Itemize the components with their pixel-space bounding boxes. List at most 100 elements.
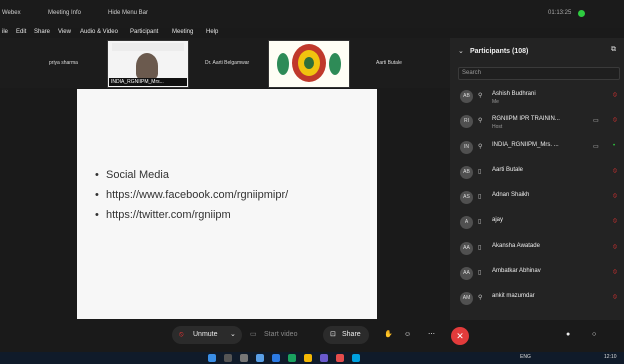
panel-header: ⌄ Participants (108) ⧉ xyxy=(450,38,624,66)
participants-icon[interactable]: ● xyxy=(566,326,570,344)
muted-mic-icon[interactable]: ⦸ xyxy=(613,294,617,301)
unmute-label: Unmute xyxy=(193,331,218,338)
participant-row[interactable]: AM ⚲ ankit mazumdar ⦸ xyxy=(450,286,624,311)
participant-row[interactable]: RI ⚲ RGNIIPM IPR TRAININ... Host ▭ ⦸ xyxy=(450,109,624,134)
taskview-icon[interactable] xyxy=(240,354,248,362)
muted-mic-icon[interactable]: ⦸ xyxy=(613,244,617,251)
participant-row[interactable]: AA ▯ Akansha Awatade ⦸ xyxy=(450,236,624,261)
participant-name: Akansha Awatade xyxy=(492,242,540,249)
participant-row[interactable]: IN ⚲ INDIA_RGNIIPM_Mrs. ... ▭ • xyxy=(450,135,624,160)
slide-bullets: Social Media https://www.facebook.com/rg… xyxy=(95,165,288,225)
participant-list: AB ⚲ Ashish Budhrani Me ⦸ RI ⚲ RGNIIPM I… xyxy=(450,84,624,312)
muted-mic-icon[interactable]: ⦸ xyxy=(613,168,617,175)
participant-video-tile[interactable]: INDIA_RGNIIPM_Mrs... xyxy=(107,40,189,88)
video-name-label: INDIA_RGNIIPM_Mrs... xyxy=(109,78,187,86)
participant-name: Aarti Butale xyxy=(492,166,524,173)
edge-icon[interactable] xyxy=(272,354,280,362)
video-off-icon: ▭ xyxy=(250,331,257,338)
meeting-toolbar: ⦸ Unmute ⌄ ▭ Start video ⊡ Share ✋ ☺ ⋯ ✕… xyxy=(0,320,624,352)
raise-hand-icon[interactable]: ✋ xyxy=(384,326,393,344)
title-bar: Webex Meeting Info Hide Menu Bar 01:13:2… xyxy=(0,0,624,28)
share-label: Share xyxy=(342,331,361,338)
hide-menu-bar-button[interactable]: Hide Menu Bar xyxy=(108,10,148,16)
participant-name: ankit mazumdar xyxy=(492,293,535,300)
avatar: AB xyxy=(460,165,473,179)
muted-mic-icon[interactable]: ⦸ xyxy=(613,117,617,124)
participant-role: Host xyxy=(492,124,503,131)
phone-icon: ▯ xyxy=(478,270,482,277)
muted-mic-icon[interactable]: ⦸ xyxy=(613,218,617,225)
participant-name: RGNIIPM IPR TRAININ... xyxy=(492,116,560,123)
status-dot-icon xyxy=(578,10,585,17)
muted-mic-icon[interactable]: ⦸ xyxy=(613,269,617,276)
chat-icon[interactable]: ○ xyxy=(592,326,596,344)
slide-bullet: https://www.facebook.com/rgniipmipr/ xyxy=(95,185,288,205)
logo-emblem-core xyxy=(304,57,314,69)
slide-bullet: https://twitter.com/rgniipm xyxy=(95,205,288,225)
menu-share[interactable]: Share xyxy=(34,29,50,35)
logo-leaf xyxy=(277,53,289,75)
mic-icon: ⚲ xyxy=(478,93,483,99)
search-input[interactable]: Search xyxy=(458,67,620,80)
menu-file[interactable]: ile xyxy=(2,29,8,35)
avatar: AA xyxy=(460,267,473,281)
slide-bullet: Social Media xyxy=(95,165,288,185)
avatar: AS xyxy=(460,191,473,205)
menu-view[interactable]: View xyxy=(58,29,71,35)
logo-tile[interactable] xyxy=(268,40,350,88)
muted-mic-icon: ⦸ xyxy=(179,331,184,338)
menu-meeting[interactable]: Meeting xyxy=(172,29,193,35)
meeting-timer: 01:13:25 xyxy=(548,10,572,16)
language-indicator[interactable]: ENG xyxy=(520,354,531,360)
share-icon: ⊡ xyxy=(330,331,336,338)
files-icon[interactable] xyxy=(304,354,312,362)
thumbnail-label: Dr. Aarti Belgamwar xyxy=(205,60,250,66)
app-icon[interactable] xyxy=(320,354,328,362)
speaker-portrait xyxy=(136,53,158,79)
chrome-icon[interactable] xyxy=(288,354,296,362)
popout-icon[interactable]: ⧉ xyxy=(611,46,616,54)
participant-row[interactable]: A ▯ ajay ⦸ xyxy=(450,210,624,235)
reactions-icon[interactable]: ☺ xyxy=(404,326,411,344)
video-icon: ▭ xyxy=(593,118,599,125)
menu-help[interactable]: Help xyxy=(206,29,218,35)
more-icon[interactable]: ⋯ xyxy=(428,326,435,344)
logo-leaf xyxy=(329,53,341,75)
start-icon[interactable] xyxy=(208,354,216,362)
participant-name: Ashish Budhrani xyxy=(492,91,536,97)
muted-mic-icon[interactable]: ⦸ xyxy=(613,193,617,200)
muted-mic-icon[interactable]: ⦸ xyxy=(613,92,617,99)
chevron-down-icon[interactable]: ⌄ xyxy=(458,47,464,55)
participant-row[interactable]: AA ▯ Ambatkar Abhinav ⦸ xyxy=(450,261,624,286)
participant-name: ajay xyxy=(492,217,504,224)
thumbnail-label: priya sharma xyxy=(49,60,78,66)
phone-icon: ▯ xyxy=(478,219,482,226)
avatar: IN xyxy=(460,140,473,154)
phone-icon: ▯ xyxy=(478,194,482,201)
active-mic-icon[interactable]: • xyxy=(613,143,615,149)
start-video-button[interactable]: Start video xyxy=(264,326,297,344)
leave-meeting-button[interactable]: ✕ xyxy=(451,327,469,345)
explorer-icon[interactable] xyxy=(256,354,264,362)
menu-audio-video[interactable]: Audio & Video xyxy=(80,29,118,35)
participant-name: Adnan Shaikh xyxy=(492,192,530,199)
participants-title: Participants (108) xyxy=(470,48,529,55)
participant-row[interactable]: AB ⚲ Ashish Budhrani Me ⦸ xyxy=(450,84,624,109)
video-icon: ▭ xyxy=(593,143,599,150)
mic-icon: ⚲ xyxy=(478,295,483,302)
meeting-info-button[interactable]: Meeting Info xyxy=(48,10,81,16)
app-icon[interactable] xyxy=(336,354,344,362)
clock: 12:10 xyxy=(604,354,617,360)
shared-slide: Social Media https://www.facebook.com/rg… xyxy=(77,89,377,319)
phone-icon: ▯ xyxy=(478,244,482,251)
participant-row[interactable]: AS ▯ Adnan Shaikh ⦸ xyxy=(450,185,624,210)
menu-participant[interactable]: Participant xyxy=(130,29,158,35)
chevron-down-icon[interactable]: ⌄ xyxy=(230,326,236,344)
avatar: RI xyxy=(460,115,473,129)
search-icon[interactable] xyxy=(224,354,232,362)
webex-icon[interactable] xyxy=(352,354,360,362)
participant-row[interactable]: AB ▯ Aarti Butale ⦸ xyxy=(450,160,624,185)
phone-icon: ▯ xyxy=(478,168,482,175)
menu-edit[interactable]: Edit xyxy=(16,29,26,35)
mic-icon: ⚲ xyxy=(478,143,483,150)
